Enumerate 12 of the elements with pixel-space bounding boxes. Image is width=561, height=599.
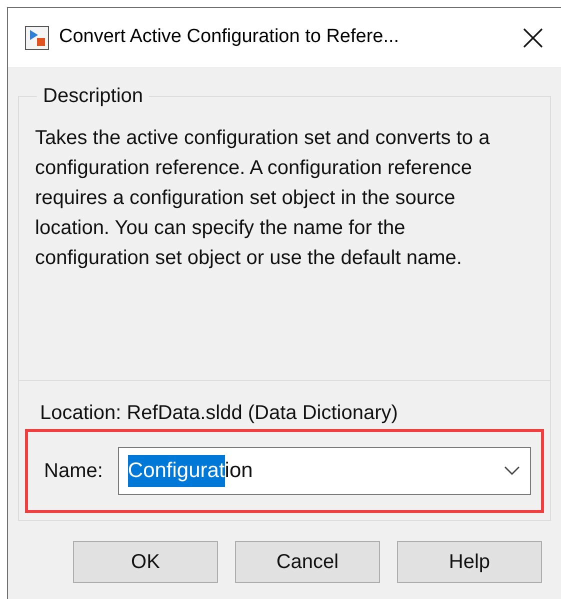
app-icon xyxy=(25,26,49,50)
location-label: Location: RefData.sldd (Data Dictionary) xyxy=(40,401,399,425)
window-title: Convert Active Configuration to Refere... xyxy=(59,25,400,50)
group-legend: Description xyxy=(37,81,150,111)
dialog-button[interactable]: Cancel xyxy=(235,541,380,583)
description-text: Takes the active configuration set and converts to a configuration reference. A configuration reference requires a configuration set object in the source location. You can specify the name for the configuration set object or use the default name. xyxy=(35,126,491,271)
close-icon[interactable] xyxy=(523,28,543,48)
dialog-button[interactable]: OK xyxy=(73,541,218,583)
name-combobox[interactable]: Configuration xyxy=(118,447,531,495)
name-label: Name: xyxy=(44,459,103,484)
dialog-button[interactable]: Help xyxy=(397,541,542,583)
chevron-down-icon xyxy=(504,466,520,476)
